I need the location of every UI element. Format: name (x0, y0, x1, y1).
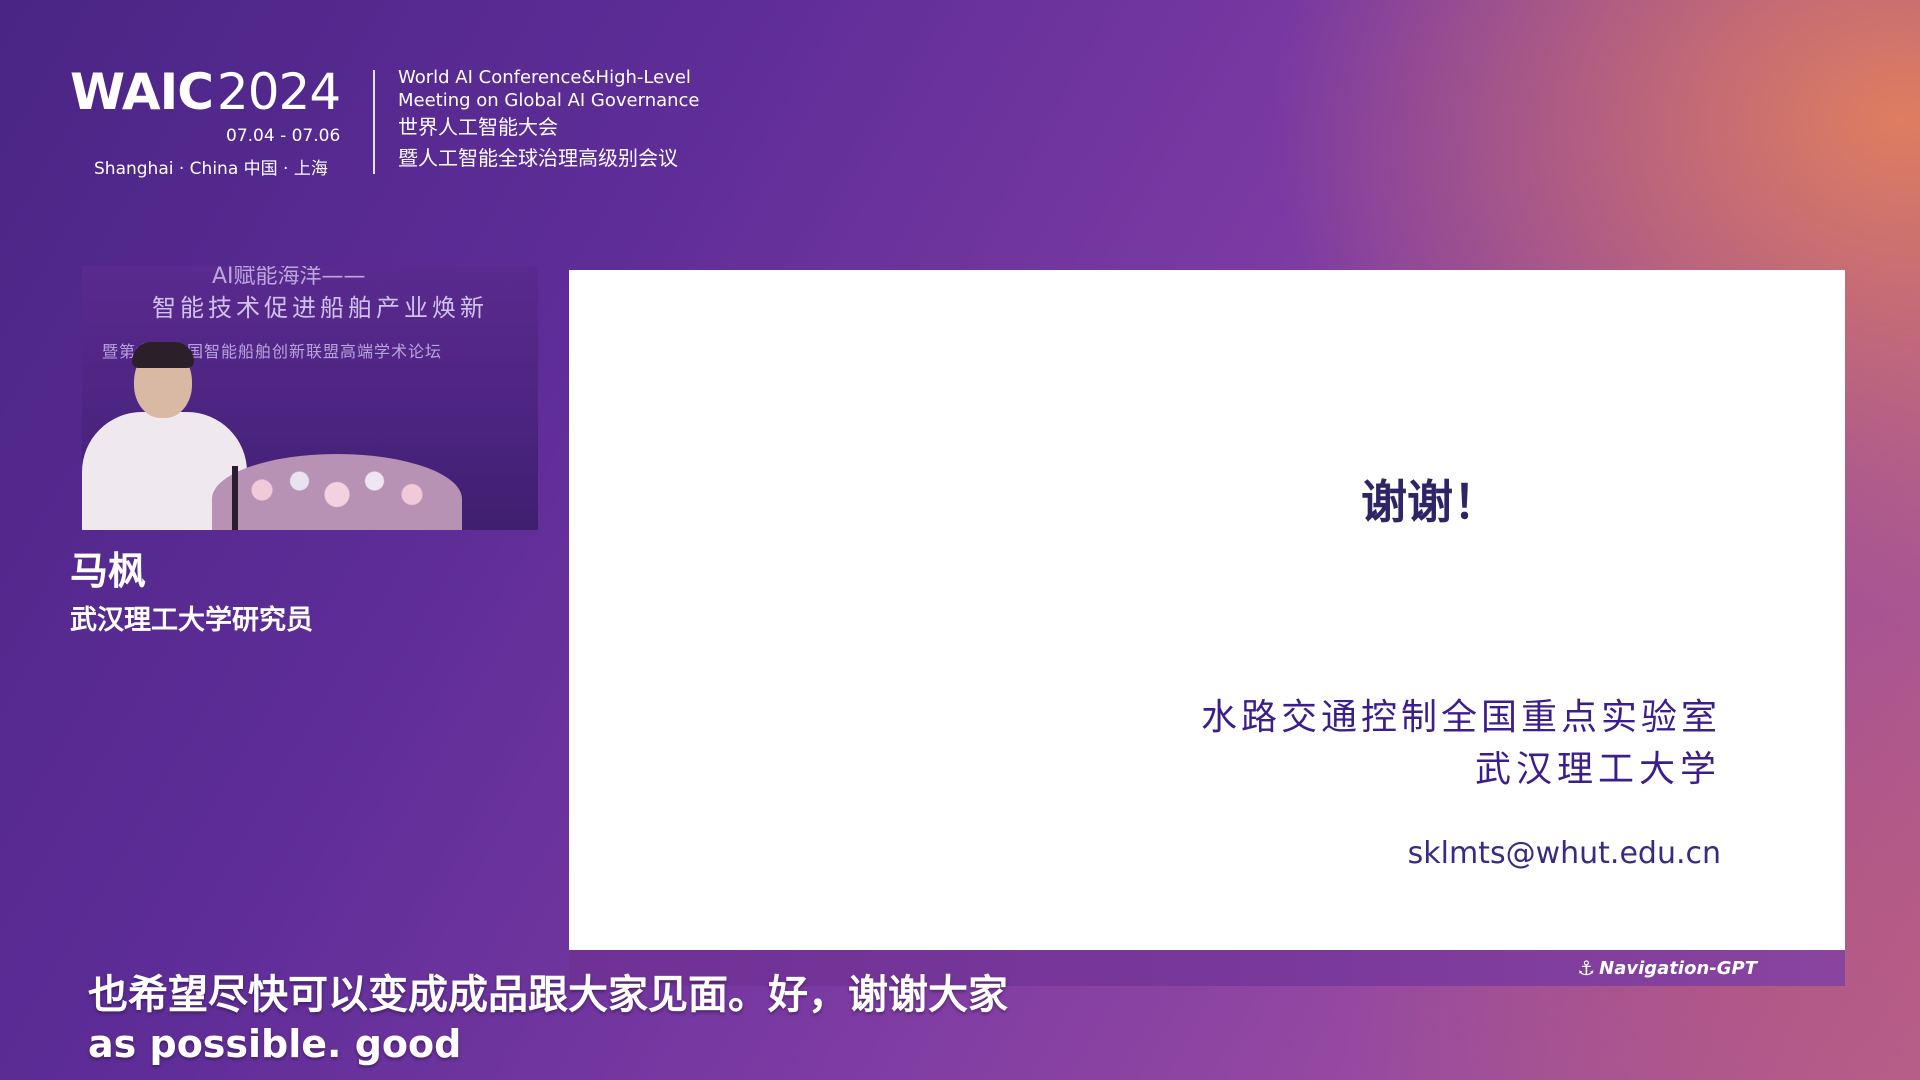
subtitle-chinese: 也希望尽快可以变成成品跟大家见面。好，谢谢大家 (88, 972, 1008, 1018)
conference-title-cn-2: 暨人工智能全球治理高级别会议 (398, 146, 678, 170)
navigation-gpt-brand: ⚓ Navigation-GPT (1577, 956, 1757, 980)
speaker-name: 马枫 (70, 549, 147, 593)
logo-waic-text: WAIC (70, 63, 214, 121)
conference-title: World AI Conference&High-Level Meeting o… (398, 66, 700, 174)
speaker-video-feed: AI赋能海洋—— 智能技术促进船舶产业焕新 暨第六届中国智能船舶创新联盟高端学术… (82, 266, 538, 530)
speaker-title: 武汉理工大学研究员 (70, 605, 313, 636)
podium-flowers (212, 454, 462, 530)
conference-title-cn-1: 世界人工智能大会 (398, 115, 558, 139)
logo-divider (373, 70, 375, 174)
conference-dates: 07.04 - 07.06 (226, 126, 341, 146)
conference-title-en-1: World AI Conference&High-Level (398, 67, 691, 88)
slide-lab-name: 水路交通控制全国重点实验室 (1200, 697, 1721, 738)
conference-city: Shanghai · China 中国 · 上海 (94, 159, 328, 179)
presentation-slide: 谢谢！ 水路交通控制全国重点实验室 武汉理工大学 sklmts@whut.edu… (569, 270, 1845, 950)
slide-contact-email: sklmts@whut.edu.cn (1407, 836, 1721, 871)
slide-university-name: 武汉理工大学 (1474, 749, 1721, 790)
slide-thanks-heading: 谢谢！ (1361, 475, 1499, 529)
speaker-hair (132, 342, 194, 368)
video-banner-line-2: 智能技术促进船舶产业焕新 (152, 294, 488, 322)
microphone-icon (232, 466, 238, 530)
conference-title-en-2: Meeting on Global AI Governance (398, 90, 700, 111)
logo-wordmark: WAIC2024 (70, 62, 341, 122)
anchor-icon: ⚓ (1577, 956, 1596, 980)
video-banner-line-1: AI赋能海洋—— (212, 266, 366, 289)
subtitle-english: as possible. good (88, 1022, 462, 1066)
navigation-gpt-label: Navigation-GPT (1599, 957, 1757, 979)
logo-year-text: 2024 (216, 63, 341, 121)
